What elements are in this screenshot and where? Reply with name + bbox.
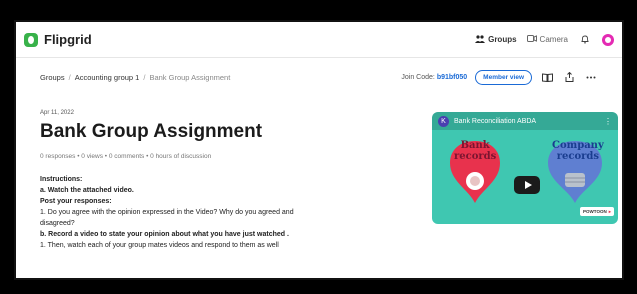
flipgrid-window: Flipgrid Groups Camera Groups / Accounti… [14, 20, 624, 280]
instructions: Instructions: a. Watch the attached vide… [40, 174, 400, 251]
join-code-label: Join Code: b91bf050 [401, 74, 467, 81]
page-title: Bank Group Assignment [40, 121, 263, 142]
video-header: K Bank Reconciliation ABDA ⋮ [432, 112, 618, 130]
assignment-details: Apr 11, 2022 Bank Group Assignment 0 res… [40, 110, 400, 251]
bank-label-line1: Bank [460, 140, 490, 151]
breadcrumb-row: Groups / Accounting group 1 / Bank Group… [16, 60, 622, 94]
notifications-bell-icon[interactable] [578, 33, 592, 47]
play-button[interactable] [514, 176, 540, 194]
breadcrumb-groups[interactable]: Groups [40, 73, 65, 82]
breadcrumb-actions: Join Code: b91bf050 Member view [401, 69, 598, 85]
camera-button[interactable]: Camera [526, 35, 568, 44]
powtoon-watermark: POWTOON ▸ [580, 207, 614, 216]
instruction-1b: 1. Then, watch each of your group mates … [40, 242, 279, 249]
top-bar-actions: Groups Camera [475, 33, 614, 47]
breadcrumb-separator: / [143, 72, 146, 82]
company-label-line1: Company [552, 140, 604, 151]
top-bar: Flipgrid Groups Camera [16, 22, 622, 58]
join-code-prefix: Join Code: [401, 73, 435, 81]
camera-icon [526, 35, 537, 44]
bank-records-label: Bank records [454, 140, 496, 162]
groups-icon [475, 34, 486, 45]
video-menu-icon[interactable]: ⋮ [604, 117, 612, 126]
channel-avatar[interactable]: K [438, 115, 449, 127]
instruction-b: b. Record a video to state your opinion … [40, 231, 289, 238]
camera-label: Camera [539, 35, 568, 44]
company-records-label: Company records [552, 140, 604, 162]
book-icon[interactable] [540, 70, 554, 84]
groups-label: Groups [488, 35, 517, 44]
join-code-value[interactable]: b91bf050 [437, 74, 467, 81]
flipgrid-logo[interactable]: Flipgrid [24, 32, 92, 47]
company-label-line2: records [556, 151, 600, 162]
instruction-1-cont: disagreed? [40, 220, 75, 227]
flipgrid-logo-icon [24, 32, 38, 47]
share-icon[interactable] [562, 70, 576, 84]
member-view-button[interactable]: Member view [475, 69, 532, 85]
user-avatar[interactable] [602, 33, 614, 46]
assignment-date: Apr 11, 2022 [40, 110, 74, 116]
instruction-1: 1. Do you agree with the opinion express… [40, 209, 294, 216]
video-player[interactable]: K Bank Reconciliation ABDA ⋮ Bank record… [432, 112, 618, 224]
bank-label-line2: records [454, 151, 497, 162]
post-responses-heading: Post your responses: [40, 198, 112, 205]
assignment-stats: 0 responses • 0 views • 0 comments • 0 h… [40, 153, 212, 160]
video-title[interactable]: Bank Reconciliation ABDA [454, 118, 536, 125]
instructions-heading: Instructions: [40, 176, 83, 183]
breadcrumb: Groups / Accounting group 1 / Bank Group… [40, 73, 230, 82]
instruction-a: a. Watch the attached video. [40, 187, 134, 194]
app-name: Flipgrid [44, 32, 92, 47]
powtoon-label: POWTOON [583, 209, 607, 214]
groups-button[interactable]: Groups [475, 34, 517, 45]
breadcrumb-separator: / [68, 72, 71, 82]
more-options-icon[interactable] [584, 70, 598, 84]
breadcrumb-current: Bank Group Assignment [149, 72, 231, 82]
breadcrumb-group[interactable]: Accounting group 1 [75, 73, 140, 82]
powtoon-logo-icon: ▸ [608, 208, 611, 214]
black-border-top [0, 0, 637, 20]
